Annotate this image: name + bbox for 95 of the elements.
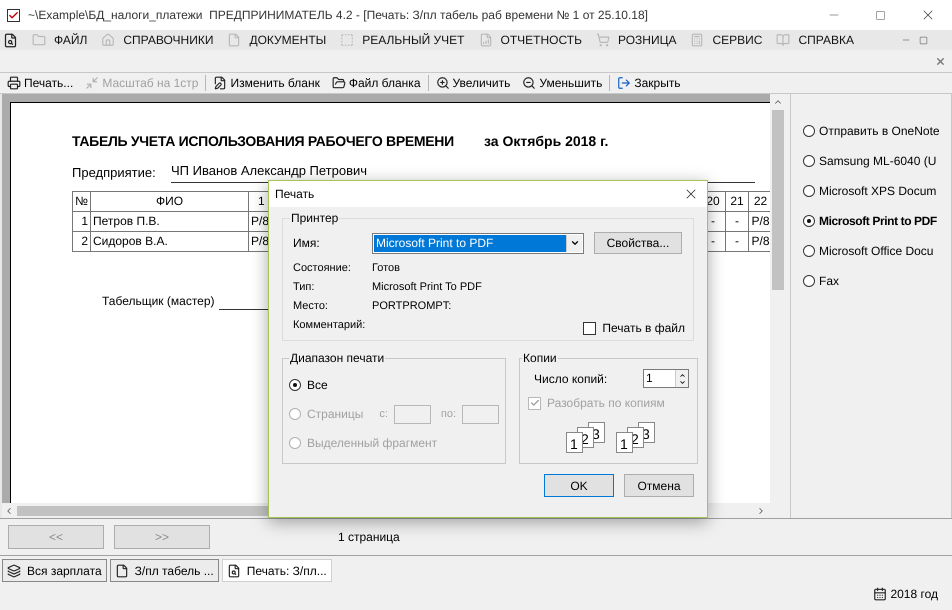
- from-page-field[interactable]: [394, 404, 431, 424]
- menu-item[interactable]: СЕРВИС: [690, 31, 762, 49]
- checkbox-label: Печать в файл: [602, 320, 685, 337]
- calculator-icon: [690, 33, 704, 47]
- group-title: Копии: [522, 350, 558, 367]
- cart-icon: [596, 33, 610, 47]
- radio-button[interactable]: [289, 379, 301, 391]
- menu-item[interactable]: ДОКУМЕНТЫ: [227, 31, 326, 49]
- restore-icon[interactable]: [919, 36, 928, 44]
- preview-icon: [3, 32, 18, 48]
- radio-button[interactable]: [803, 215, 815, 227]
- folder-icon: [332, 76, 346, 90]
- chart-icon: [478, 33, 493, 47]
- app-icon: [7, 8, 20, 22]
- field-value: Microsoft Print To PDF: [372, 280, 482, 295]
- exit-icon: [617, 76, 632, 90]
- field-label: Комментарий:: [293, 318, 366, 333]
- printer-option[interactable]: Отправить в OneNote: [819, 122, 940, 140]
- column-header: ФИО: [91, 192, 249, 210]
- table-cell: Сидоров В.А.: [91, 232, 249, 250]
- printer-option[interactable]: Fax: [819, 272, 840, 290]
- group-title: Диапазон печати: [289, 350, 386, 367]
- toolbar-button[interactable]: Увеличить: [432, 74, 514, 92]
- field-label: с:: [379, 406, 388, 422]
- menu-item[interactable]: СПРАВОЧНИКИ: [101, 31, 214, 49]
- table-cell: -: [726, 232, 749, 250]
- menu-item[interactable]: ОТЧЕТНОСТЬ: [478, 31, 582, 49]
- signature-label: Табельщик (мастер): [102, 292, 215, 310]
- house-icon: [101, 33, 116, 47]
- checkbox-label: Разобрать по копиям: [547, 395, 665, 412]
- zoom-out-icon: [522, 76, 536, 90]
- menu-item[interactable]: РЕАЛЬНЫЙ УЧЕТ: [340, 31, 465, 49]
- field-label: Тип:: [293, 280, 316, 295]
- window-title: ~\Example\БД_налоги_платежи ПРЕДПРИНИМАТЕЛЬ 4.2 - [Печать: З/пл табель раб времени № 1 от 25.10.18]: [28, 7, 648, 24]
- field-value: Готов: [372, 260, 400, 276]
- page-icon: [114, 564, 129, 578]
- folder-icon: [32, 33, 46, 47]
- maximize-icon[interactable]: [875, 10, 886, 20]
- spinner-arrows-icon: [675, 370, 688, 387]
- ok-button[interactable]: OK: [544, 474, 614, 497]
- radio-button[interactable]: [803, 275, 815, 287]
- toolbar-button[interactable]: Печать...: [4, 74, 76, 92]
- radio-label: Выделенный фрагмент: [307, 435, 438, 452]
- radio-button[interactable]: [803, 155, 815, 167]
- printer-option[interactable]: Microsoft XPS Docum: [819, 182, 936, 200]
- edit-icon: [213, 76, 228, 90]
- printer-option[interactable]: Microsoft Print to PDF: [819, 212, 937, 230]
- task-tab[interactable]: Вся зарплата: [2, 559, 107, 582]
- toolbar-button[interactable]: Закрыть: [614, 74, 684, 92]
- field-label: Предприятие:: [72, 164, 157, 182]
- properties-button[interactable]: Свойства...: [594, 232, 682, 254]
- status-year: 2018 год: [890, 586, 938, 603]
- checkbox[interactable]: [583, 322, 596, 334]
- table-cell: Петров П.В.: [91, 212, 249, 230]
- zoom-in-icon: [436, 76, 450, 90]
- toolbar-button[interactable]: Файл бланка: [328, 74, 424, 92]
- radio-button[interactable]: [803, 185, 815, 197]
- field-label: Число копий:: [534, 370, 608, 388]
- copies-spinner[interactable]: 1: [643, 369, 690, 388]
- toolbar-button[interactable]: Изменить бланк: [210, 74, 323, 92]
- field-label: Место:: [293, 298, 329, 314]
- menu-item[interactable]: ФАЙЛ: [32, 31, 88, 49]
- printer-dropdown[interactable]: Microsoft Print to PDF: [372, 232, 584, 254]
- table-cell: -: [726, 212, 749, 230]
- stack-icon: [7, 564, 21, 578]
- document-title: ТАБЕЛЬ УЧЕТА ИСПОЛЬЗОВАНИЯ РАБОЧЕГО ВРЕМЕНИ: [72, 132, 455, 151]
- preview-icon: [226, 564, 241, 578]
- toolbar-button[interactable]: Уменьшить: [519, 74, 606, 92]
- radio-label: Все: [307, 377, 328, 394]
- page-count: 1 страница: [338, 529, 400, 546]
- printer-option[interactable]: Microsoft Office Docu: [819, 242, 934, 260]
- field-label: по:: [440, 406, 456, 422]
- field-label: Имя:: [293, 235, 321, 252]
- field-value: PORTPROMPT:: [372, 298, 452, 314]
- printer-icon: [7, 76, 21, 90]
- column-header: №: [73, 192, 91, 210]
- to-page-field[interactable]: [462, 404, 500, 424]
- printer-option[interactable]: Samsung ML-6040 (U: [819, 152, 936, 170]
- menu-item[interactable]: СПРАВКА: [776, 31, 854, 49]
- task-tab[interactable]: Печать: З/пл...: [222, 559, 332, 582]
- radio-button[interactable]: [803, 125, 815, 137]
- page-icon: [227, 33, 242, 47]
- task-tab[interactable]: З/пл табель ...: [110, 559, 219, 582]
- table-cell: 1: [73, 212, 91, 230]
- cancel-button[interactable]: Отмена: [624, 474, 694, 497]
- scale-icon: [85, 76, 100, 90]
- field-label: Состояние:: [293, 260, 352, 276]
- column-header: 21: [726, 192, 749, 210]
- document-period: за Октябрь 2018 г.: [484, 132, 608, 151]
- radio-button[interactable]: [803, 245, 815, 257]
- table-cell: 2: [73, 232, 91, 250]
- book-icon: [776, 33, 790, 47]
- calendar-icon: [873, 587, 888, 601]
- menu-item[interactable]: РОЗНИЦА: [596, 31, 676, 49]
- radio-label: Страницы: [307, 406, 364, 423]
